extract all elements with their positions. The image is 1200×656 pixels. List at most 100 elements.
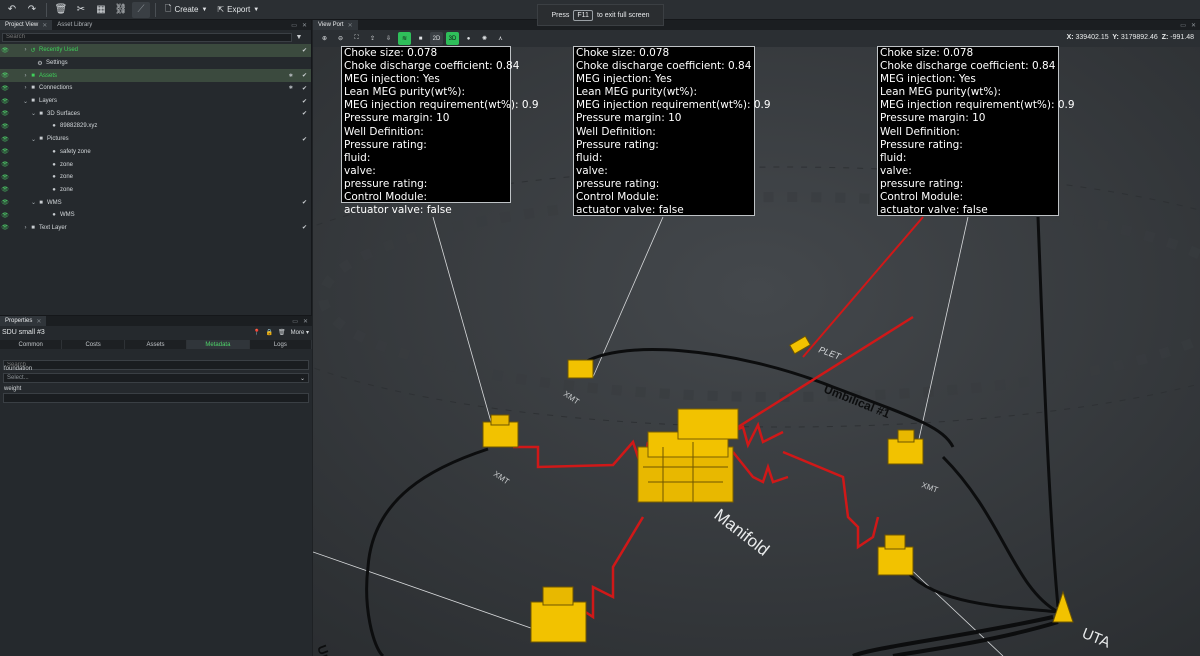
eye-icon[interactable]: 👁 xyxy=(0,224,10,231)
fit-view-icon[interactable]: ⛶ xyxy=(350,32,363,45)
close-icon[interactable]: ✕ xyxy=(36,318,41,325)
tree-item-pictures[interactable]: 👁 ⌄ ■ Pictures ✔ xyxy=(0,133,311,146)
tree-item-safety-zone[interactable]: 👁 ● safety zone xyxy=(0,146,311,159)
tab-costs[interactable]: Costs xyxy=(62,340,125,349)
eye-icon[interactable]: 👁 xyxy=(0,110,10,117)
pin-icon[interactable]: 📍 xyxy=(253,329,260,336)
unlink-icon[interactable]: ⟋ xyxy=(132,1,150,18)
toolbar-divider xyxy=(46,2,47,17)
chevron-down-icon[interactable]: ⌄ xyxy=(30,136,37,143)
close-icon[interactable]: ✕ xyxy=(348,22,353,29)
weight-field[interactable] xyxy=(3,393,309,403)
close-icon[interactable]: ✕ xyxy=(1191,22,1196,29)
tree-item-3d-surfaces[interactable]: 👁 ⌄ ■ 3D Surfaces ✔ xyxy=(0,107,311,120)
eye-icon[interactable]: 👁 xyxy=(0,47,10,54)
tab-view-port[interactable]: View Port ✕ xyxy=(313,20,358,30)
foundation-select[interactable]: Select... ⌄ xyxy=(3,373,309,383)
create-menu-button[interactable]: 🗋 Create ▼ xyxy=(161,2,211,18)
chevron-down-icon[interactable]: ⌄ xyxy=(30,110,37,117)
tree-item-text-layer[interactable]: 👁 › ■ Text Layer ✔ xyxy=(0,222,311,235)
check-icon[interactable]: ✔ xyxy=(302,199,307,206)
panel-tools: ▭ ✕ xyxy=(1180,20,1200,30)
tab-assets[interactable]: Assets xyxy=(124,340,188,349)
check-icon[interactable]: ✔ xyxy=(302,136,307,143)
check-icon[interactable]: ✔ xyxy=(302,47,307,54)
eye-icon[interactable]: 👁 xyxy=(0,212,10,219)
eye-icon[interactable]: 👁 xyxy=(0,98,10,105)
tree-item-wms-layer[interactable]: 👁 ● WMS xyxy=(0,209,311,222)
check-icon[interactable]: ✔ xyxy=(302,72,307,79)
check-icon[interactable]: ✔ xyxy=(302,224,307,231)
tab-common[interactable]: Common xyxy=(0,340,63,349)
check-icon[interactable]: ✔ xyxy=(302,110,307,117)
tree-item-assets[interactable]: 👁 › ■ Assets ✱ ✔ xyxy=(0,69,311,83)
camera-icon[interactable]: ■ xyxy=(414,32,427,45)
upload-icon[interactable]: ⇪ xyxy=(366,32,379,45)
tab-metadata[interactable]: Metadata xyxy=(187,340,250,349)
tree-item-label: Layers xyxy=(39,98,58,105)
tab-asset-library[interactable]: Asset Library xyxy=(52,20,97,30)
undo-icon[interactable]: ↶ xyxy=(3,2,21,18)
tree-item-settings[interactable]: ⚙ Settings xyxy=(0,57,311,70)
eye-icon[interactable]: 👁 xyxy=(0,85,10,92)
search-input[interactable] xyxy=(2,32,292,42)
eye-icon[interactable]: 👁 xyxy=(0,186,10,193)
measure-icon[interactable]: ⋏ xyxy=(494,32,507,45)
chevron-right-icon[interactable]: › xyxy=(22,85,29,91)
tree-item-zone[interactable]: 👁 ● zone xyxy=(0,184,311,197)
link-icon[interactable]: ⛓ xyxy=(112,2,130,18)
tab-properties[interactable]: Properties ✕ xyxy=(0,316,47,326)
filter-icon[interactable]: ▼ xyxy=(292,34,306,41)
tree-item-zone[interactable]: 👁 ● zone xyxy=(0,158,311,171)
chevron-down-icon[interactable]: ⌄ xyxy=(22,98,29,105)
maximize-icon[interactable]: ▭ xyxy=(291,22,297,29)
eye-icon[interactable]: 👁 xyxy=(0,161,10,168)
close-icon[interactable]: ✕ xyxy=(303,318,308,325)
tree-item-surface-file[interactable]: 👁 ● 89882829.xyz xyxy=(0,120,311,133)
tab-project-view[interactable]: Project View ✕ xyxy=(0,20,53,30)
eye-icon[interactable]: 👁 xyxy=(0,174,10,181)
zoom-out-icon[interactable]: ⊖ xyxy=(334,32,347,45)
eye-icon[interactable]: 👁 xyxy=(0,199,10,206)
chevron-right-icon[interactable]: › xyxy=(22,73,29,79)
sun-icon[interactable]: ✺ xyxy=(478,32,491,45)
export-menu-button[interactable]: ⇱ Export ▼ xyxy=(213,2,263,18)
trash-icon[interactable]: 🗑 xyxy=(278,329,286,336)
tree-item-layers[interactable]: 👁 ⌄ ■ Layers ✔ xyxy=(0,95,311,108)
tree-item-zone[interactable]: 👁 ● zone xyxy=(0,171,311,184)
zoom-in-icon[interactable]: ⊕ xyxy=(318,32,331,45)
gear-icon: ⚙ xyxy=(37,60,43,67)
scissors-icon[interactable]: ✂ xyxy=(72,2,90,18)
eye-icon[interactable]: 👁 xyxy=(0,72,10,79)
tree-item-wms[interactable]: 👁 ⌄ ■ WMS ✔ xyxy=(0,196,311,209)
tree-item-connections[interactable]: 👁 › ■ Connections ✱ ✔ xyxy=(0,82,311,95)
trash-icon[interactable]: 🗑 xyxy=(52,2,70,18)
maximize-icon[interactable]: ▭ xyxy=(292,318,298,325)
download-icon[interactable]: ⇩ xyxy=(382,32,395,45)
mode-3d-button[interactable]: 3D xyxy=(446,32,459,45)
light-icon[interactable]: ● xyxy=(462,32,475,45)
close-icon[interactable]: ✕ xyxy=(42,22,47,29)
tree-item-label: Recently Used xyxy=(39,47,79,54)
chevron-down-icon[interactable]: ⌄ xyxy=(30,199,37,206)
xmt-top[interactable] xyxy=(567,359,594,379)
eye-icon[interactable]: 👁 xyxy=(0,136,10,143)
chevron-right-icon[interactable]: › xyxy=(22,47,29,53)
tree-item-recently-used[interactable]: 👁 › ↺ Recently Used ✔ xyxy=(0,44,311,57)
layers-icon[interactable]: ≋ xyxy=(398,32,411,45)
3d-scene[interactable]: Manifold UTA PLET Umbilical #1 Umb XMT X… xyxy=(313,46,1200,656)
check-icon[interactable]: ✔ xyxy=(302,85,307,92)
more-button[interactable]: More ▾ xyxy=(291,329,309,336)
grid-icon[interactable]: ▦ xyxy=(92,2,110,18)
tab-logs[interactable]: Logs xyxy=(249,340,313,349)
eye-icon[interactable]: 👁 xyxy=(0,148,10,155)
maximize-icon[interactable]: ▭ xyxy=(1180,22,1186,29)
mode-2d-button[interactable]: 2D xyxy=(430,32,443,45)
chevron-right-icon[interactable]: › xyxy=(22,225,29,231)
close-icon[interactable]: ✕ xyxy=(302,22,307,29)
eye-icon[interactable]: 👁 xyxy=(0,123,10,130)
check-icon[interactable]: ✔ xyxy=(302,98,307,105)
redo-icon[interactable]: ↷ xyxy=(23,2,41,18)
lock-icon[interactable]: 🔒 xyxy=(266,329,273,336)
metadata-search-input[interactable] xyxy=(3,360,309,370)
